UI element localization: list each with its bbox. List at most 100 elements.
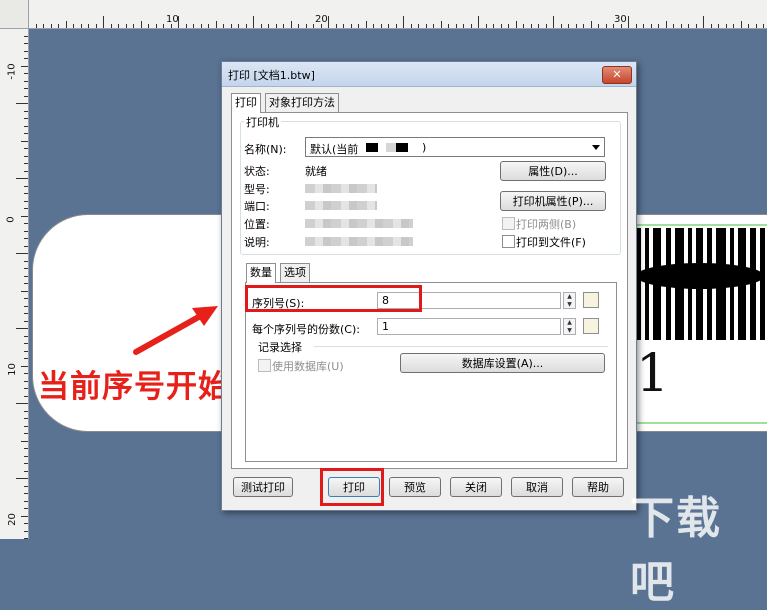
- print-dialog: 打印 [文档1.btw] ✕ 打印 对象打印方法 打印机 名称(N): 默认(当…: [221, 61, 637, 511]
- ruler-tick: [24, 508, 28, 509]
- tab-quantity[interactable]: 数量: [246, 263, 276, 283]
- ruler-tick: [24, 110, 28, 112]
- ruler-tick: [350, 24, 352, 28]
- ruler-tick: [470, 24, 472, 28]
- location-label: 位置:: [244, 218, 270, 231]
- ruler-tick: [643, 24, 644, 28]
- ruler-tick: [24, 313, 28, 314]
- ruler-tick: [200, 24, 202, 28]
- ruler-tick: [395, 24, 397, 28]
- serial-number-stepper[interactable]: ▲ ▼: [563, 292, 576, 309]
- duplex-checkbox[interactable]: [502, 217, 515, 230]
- copies-per-serial-input[interactable]: 1: [377, 318, 561, 335]
- ruler-tick: [24, 418, 28, 419]
- ruler-tick: [448, 24, 449, 28]
- ruler-tick: [283, 24, 284, 28]
- variable-icon[interactable]: [583, 318, 599, 334]
- ruler-tick: [24, 35, 28, 37]
- ruler-tick: [545, 24, 547, 28]
- port-label: 端口:: [244, 200, 270, 213]
- model-label: 型号:: [244, 183, 270, 196]
- ruler-tick: [24, 193, 28, 194]
- ruler-tick: [16, 178, 28, 179]
- ruler-tick: [613, 24, 614, 28]
- ruler-tick: [358, 24, 359, 28]
- ruler-tick: [598, 24, 599, 28]
- printer-properties-button[interactable]: 打印机属性(P)...: [500, 191, 606, 211]
- redacted-region: [366, 143, 416, 152]
- ruler-tick: [24, 500, 28, 502]
- serial-highlight: [245, 285, 422, 312]
- copies-stepper[interactable]: ▲ ▼: [563, 318, 576, 335]
- test-print-button[interactable]: 测试打印: [233, 477, 293, 497]
- tab-print[interactable]: 打印: [231, 93, 261, 113]
- database-settings-button[interactable]: 数据库设置(A)...: [400, 353, 605, 373]
- ruler-tick: [178, 16, 179, 28]
- printer-group-legend: 打印机: [244, 114, 281, 130]
- ruler-tick: [24, 133, 28, 134]
- ruler-tick: [24, 245, 28, 247]
- ruler-tick: [73, 24, 74, 28]
- ruler-tick: [118, 24, 119, 28]
- status-value: 就绪: [305, 165, 327, 178]
- ruler-tick: [50, 24, 52, 28]
- printer-name-suffix: ): [422, 141, 427, 154]
- divider: [314, 346, 608, 347]
- tab-object-print-method[interactable]: 对象打印方法: [265, 93, 339, 112]
- print-to-file-label: 打印到文件(F): [516, 236, 586, 249]
- ruler-tick: [628, 16, 629, 28]
- ruler-tick: [703, 16, 704, 28]
- ruler-tick: [24, 320, 28, 322]
- ruler-tick: [21, 65, 28, 67]
- redacted-region: [305, 201, 377, 210]
- ruler-tick: [650, 24, 652, 28]
- ruler-tick: [65, 21, 67, 28]
- ruler-tick: [24, 395, 28, 397]
- ruler-corner: [0, 0, 29, 29]
- ruler-tick: [635, 24, 637, 28]
- close-icon[interactable]: ✕: [602, 66, 632, 84]
- ruler-tick: [24, 43, 28, 44]
- ruler-tick: [523, 24, 524, 28]
- ruler-tick: [24, 410, 28, 412]
- ruler-tick: [24, 283, 28, 284]
- ruler-tick: [605, 24, 607, 28]
- ruler-tick: [223, 24, 224, 28]
- dialog-titlebar[interactable]: 打印 [文档1.btw] ✕: [222, 62, 636, 87]
- variable-icon[interactable]: [583, 292, 599, 308]
- ruler-tick: [24, 298, 28, 299]
- tab-options[interactable]: 选项: [280, 263, 310, 282]
- use-database-checkbox[interactable]: [258, 359, 271, 372]
- ruler-tick: [365, 21, 367, 28]
- ruler-tick: [24, 88, 28, 89]
- ruler-tick: [16, 478, 28, 479]
- ruler-tick: [710, 24, 712, 28]
- ruler-tick: [253, 16, 254, 28]
- print-to-file-checkbox[interactable]: [502, 235, 515, 248]
- ruler-tick: [553, 16, 554, 28]
- properties-button[interactable]: 属性(D)...: [500, 161, 606, 181]
- ruler-tick: [208, 24, 209, 28]
- ruler-tick: [24, 305, 28, 307]
- ruler-tick: [24, 238, 28, 239]
- ruler-tick: [16, 328, 28, 329]
- ruler-tick: [275, 24, 277, 28]
- help-button[interactable]: 帮助: [572, 477, 624, 497]
- ruler-tick: [328, 16, 329, 28]
- ruler-tick: [418, 24, 419, 28]
- close-button[interactable]: 关闭: [450, 477, 502, 497]
- ruler-tick: [335, 24, 337, 28]
- vertical-ruler: -10 0 10 20: [0, 28, 29, 539]
- ruler-tick: [658, 24, 659, 28]
- ruler-tick: [298, 24, 299, 28]
- ruler-tick: [24, 470, 28, 472]
- printer-name-select[interactable]: 默认(当前 ): [305, 137, 605, 157]
- barcode-object[interactable]: [633, 228, 767, 340]
- ruler-tick: [140, 21, 142, 28]
- comment-label: 说明:: [244, 236, 270, 249]
- ruler-tick: [24, 50, 28, 52]
- ruler-tick: [425, 24, 427, 28]
- ruler-tick: [538, 24, 539, 28]
- cancel-button[interactable]: 取消: [511, 477, 563, 497]
- preview-button[interactable]: 预览: [389, 477, 441, 497]
